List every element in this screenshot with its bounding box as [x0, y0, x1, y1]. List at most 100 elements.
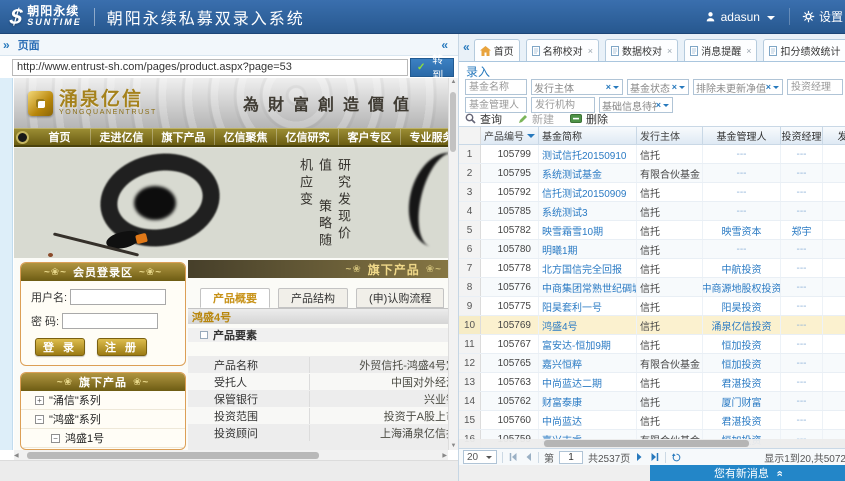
fund-name-link[interactable]: 中商集团常熟世纪碉城 [542, 280, 637, 295]
table-row[interactable]: 15105760中尚蓝达信托君湛投资---渤海 [459, 411, 845, 430]
fund-name-link[interactable]: 鸿盛4号 [542, 318, 578, 333]
filter-combo-发行主体[interactable]: 发行主体× [531, 79, 623, 95]
clear-icon[interactable]: × [606, 82, 611, 92]
table-row[interactable]: 5105782映雪霜雪10期信托映雪资本郑宇山东 [459, 221, 845, 240]
table-row[interactable]: 10105769鸿盛4号信托涌泉亿信投资---外贸 [459, 316, 845, 335]
collapsed-sidebar-strip[interactable] [0, 78, 13, 450]
expand-icon[interactable]: + [35, 396, 44, 405]
register-button[interactable]: 注 册 [97, 338, 147, 356]
collapse-icon[interactable]: − [35, 415, 44, 424]
fund-name-link[interactable]: 信托测试20150909 [542, 185, 627, 200]
table-row[interactable]: 2105795系统测试基金有限合伙基金------瑞融 [459, 164, 845, 183]
table-row[interactable]: 9105775阳昊套利一号信托阳昊投资---北方 [459, 297, 845, 316]
fund-name-link[interactable]: 财富泰康 [542, 394, 582, 409]
link-value[interactable]: 映雪资本 [722, 223, 762, 238]
close-icon[interactable]: × [746, 46, 751, 56]
table-row[interactable]: 8105776中商集团常熟世纪碉城信托中商源地股权投资---爱建 [459, 278, 845, 297]
site-nav-item[interactable]: 亿信聚焦 [215, 129, 277, 145]
查询-button[interactable]: 查询 [465, 111, 502, 127]
go-button[interactable]: ✓转到 [410, 58, 454, 77]
site-nav-item[interactable]: 旗下产品 [153, 129, 215, 145]
table-row[interactable]: 14105762财富泰康信托厦门财富---厦门 [459, 392, 845, 411]
table-row[interactable]: 13105763中尚蓝达二期信托君湛投资---渤海 [459, 373, 845, 392]
fund-name-link[interactable]: 系统测试基金 [542, 166, 602, 181]
fund-name-link[interactable]: 明曦1期 [542, 242, 578, 257]
site-nav-item[interactable]: 走进亿信 [91, 129, 153, 145]
clear-icon[interactable]: × [656, 100, 661, 110]
site-nav-item[interactable]: 首页 [29, 129, 91, 145]
link-value[interactable]: 君湛投资 [722, 375, 762, 390]
horizontal-scroll-thumb[interactable] [27, 452, 319, 459]
table-row[interactable]: 12105765嘉兴恒粹有限合伙基金恒加投资---恒加 [459, 354, 845, 373]
collapse-panel-icon[interactable]: « [441, 38, 448, 52]
refresh-grid-icon[interactable] [671, 452, 682, 463]
fund-name-link[interactable]: 映雪霜雪10期 [542, 223, 603, 238]
fund-name-link[interactable]: 阳昊套利一号 [542, 299, 602, 314]
fund-name-link[interactable]: 嘉兴恒粹 [542, 356, 582, 371]
tab-首页[interactable]: 首页 [474, 39, 520, 61]
link-value[interactable]: 中航投资 [722, 261, 762, 276]
tree-item[interactable]: −"鸿盛"系列 [21, 410, 185, 429]
checkbox-icon[interactable] [200, 331, 208, 339]
grid-scroll-thumb[interactable] [544, 440, 749, 447]
scroll-left-icon[interactable]: ◀ [14, 452, 19, 459]
clear-icon[interactable]: × [672, 82, 677, 92]
tab-名称校对[interactable]: 名称校对× [526, 39, 599, 61]
filter-combo-基础信息待补[interactable]: 基础信息待补× [599, 97, 673, 113]
table-row[interactable]: 1105799测试信托20150910信托--------- [459, 145, 845, 164]
link-value[interactable]: 涌泉亿信投资 [712, 318, 772, 333]
filter-input-基金名称[interactable] [465, 79, 527, 95]
login-button[interactable]: 登 录 [35, 338, 85, 356]
settings-button[interactable]: 设置 [789, 8, 845, 25]
table-row[interactable]: 7105778北方国信完全回报信托中航投资---北方 [459, 259, 845, 278]
link-value[interactable]: 中商源地股权投资 [703, 280, 781, 295]
prev-page-button[interactable] [523, 452, 533, 462]
site-nav-item[interactable]: 客户专区 [339, 129, 401, 145]
link-value[interactable]: 恒加投资 [722, 356, 762, 371]
link-value[interactable]: 郑宇 [792, 223, 812, 238]
link-value[interactable]: 恒加投资 [722, 337, 762, 352]
tab-消息提醒[interactable]: 消息提醒× [684, 39, 757, 61]
vertical-scroll-thumb[interactable] [450, 92, 456, 152]
grid-header-基金简称[interactable]: 基金简称 [539, 127, 637, 144]
username-field[interactable] [70, 289, 166, 305]
fund-name-link[interactable]: 中尚蓝达二期 [542, 375, 602, 390]
grid-header-发行机构[interactable]: 发行机构 [823, 127, 845, 144]
table-row[interactable]: 11105767富安达-恒加9期信托恒加投资---富安 [459, 335, 845, 354]
notification-bar[interactable]: 您有新消息 « [650, 465, 845, 481]
fund-name-link[interactable]: 北方国信完全回报 [542, 261, 622, 276]
filter-combo-排除未更新净值基金[interactable]: 排除未更新净值基金× [693, 79, 783, 95]
grid-header-产品编号[interactable]: 产品编号 [481, 127, 539, 144]
table-row[interactable]: 6105780明曦1期信托------山东 [459, 240, 845, 259]
page-size-select[interactable]: 20 [463, 450, 497, 464]
fund-name-link[interactable]: 富安达-恒加9期 [542, 337, 611, 352]
expand-left-icon[interactable]: » [3, 38, 10, 52]
clear-icon[interactable]: × [766, 82, 771, 92]
scroll-down-icon[interactable]: ▼ [451, 443, 457, 449]
close-icon[interactable]: × [667, 46, 672, 56]
user-menu[interactable]: adasun [704, 9, 775, 24]
detail-tab[interactable]: 产品结构 [278, 288, 348, 308]
site-nav-item[interactable]: 专业服务 [401, 129, 448, 145]
grid-header-投资经理[interactable]: 投资经理 [781, 127, 823, 144]
link-value[interactable]: 厦门财富 [722, 394, 762, 409]
scroll-right-icon[interactable]: ▶ [442, 452, 447, 459]
fund-name-link[interactable]: 测试信托20150910 [542, 147, 627, 162]
next-page-button[interactable] [635, 452, 645, 462]
filter-input-投资经理[interactable] [787, 79, 843, 95]
first-page-button[interactable] [508, 452, 518, 462]
table-row[interactable]: 4105785系统测试3信托------中融 [459, 202, 845, 221]
fund-name-link[interactable]: 中尚蓝达 [542, 413, 582, 428]
scroll-up-icon[interactable]: ▲ [451, 79, 457, 85]
collapse-icon[interactable]: − [51, 434, 60, 443]
webpage-horizontal-scrollbar[interactable]: ◀▶ [14, 450, 448, 460]
link-value[interactable]: 君湛投资 [722, 413, 762, 428]
tree-item[interactable]: +"涌信"系列 [21, 391, 185, 410]
link-value[interactable]: 阳昊投资 [722, 299, 762, 314]
url-input[interactable] [12, 59, 408, 76]
close-icon[interactable]: × [588, 46, 593, 56]
grid-header-发行主体[interactable]: 发行主体 [637, 127, 703, 144]
password-field[interactable] [62, 313, 158, 329]
tab-数据校对[interactable]: 数据校对× [605, 39, 678, 61]
last-page-button[interactable] [650, 452, 660, 462]
